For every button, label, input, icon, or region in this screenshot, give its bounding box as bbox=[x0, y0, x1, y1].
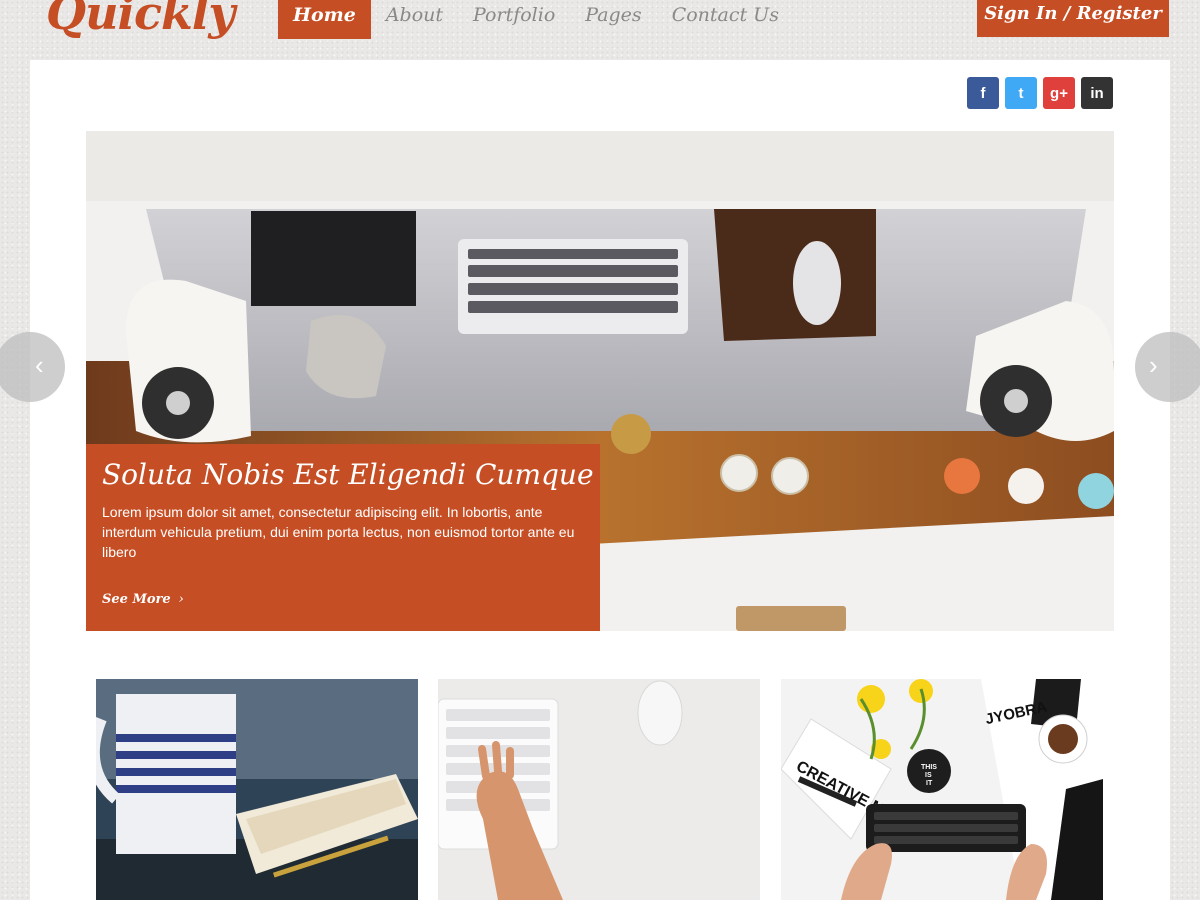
see-more-label: See More bbox=[102, 592, 171, 607]
thumbnail-mug-book[interactable] bbox=[96, 679, 418, 900]
sign-in-register-button[interactable]: Sign In / Register bbox=[977, 0, 1169, 37]
this-is-it-line-3: IT bbox=[926, 780, 933, 787]
site-logo[interactable]: Quickly bbox=[46, 0, 235, 40]
chevron-right-icon: › bbox=[1149, 350, 1158, 380]
thumbnail-keyboard-hand[interactable] bbox=[438, 679, 760, 900]
nav-item-pages[interactable]: Pages bbox=[570, 0, 656, 39]
creative-desk-image: CREATIVE MESS THIS IS IT JYOBRA bbox=[781, 679, 1103, 900]
slide-description: Lorem ipsum dolor sit amet, consectetur … bbox=[102, 504, 575, 560]
facebook-icon[interactable]: f bbox=[967, 77, 999, 109]
see-more-link[interactable]: See More › bbox=[102, 592, 184, 607]
google-plus-icon[interactable]: g+ bbox=[1043, 77, 1075, 109]
twitter-icon[interactable]: t bbox=[1005, 77, 1037, 109]
social-links: f t g+ in bbox=[961, 77, 1113, 109]
this-is-it-line-2: IS bbox=[925, 772, 932, 779]
thumbnail-creative-desk[interactable]: CREATIVE MESS THIS IS IT JYOBRA bbox=[781, 679, 1103, 900]
slide-title: Soluta Nobis Est Eligendi Cumque bbox=[102, 458, 594, 491]
this-is-it-line-1: THIS bbox=[921, 764, 937, 771]
nav-item-contact-us[interactable]: Contact Us bbox=[657, 0, 794, 39]
linkedin-icon[interactable]: in bbox=[1081, 77, 1113, 109]
hero-slider: Soluta Nobis Est Eligendi Cumque Lorem i… bbox=[86, 131, 1114, 631]
nav-item-about[interactable]: About bbox=[371, 0, 458, 39]
nav-item-portfolio[interactable]: Portfolio bbox=[458, 0, 570, 39]
chevron-right-icon: › bbox=[178, 592, 184, 607]
nav-item-home[interactable]: Home bbox=[278, 0, 371, 39]
main-nav: Home About Portfolio Pages Contact Us bbox=[278, 0, 794, 39]
chevron-left-icon: ‹ bbox=[35, 350, 44, 380]
slider-next-button[interactable]: › bbox=[1135, 332, 1200, 402]
mug-and-book-image bbox=[96, 679, 418, 900]
slide-caption: Soluta Nobis Est Eligendi Cumque Lorem i… bbox=[86, 444, 600, 631]
keyboard-and-hand-image bbox=[438, 679, 760, 900]
